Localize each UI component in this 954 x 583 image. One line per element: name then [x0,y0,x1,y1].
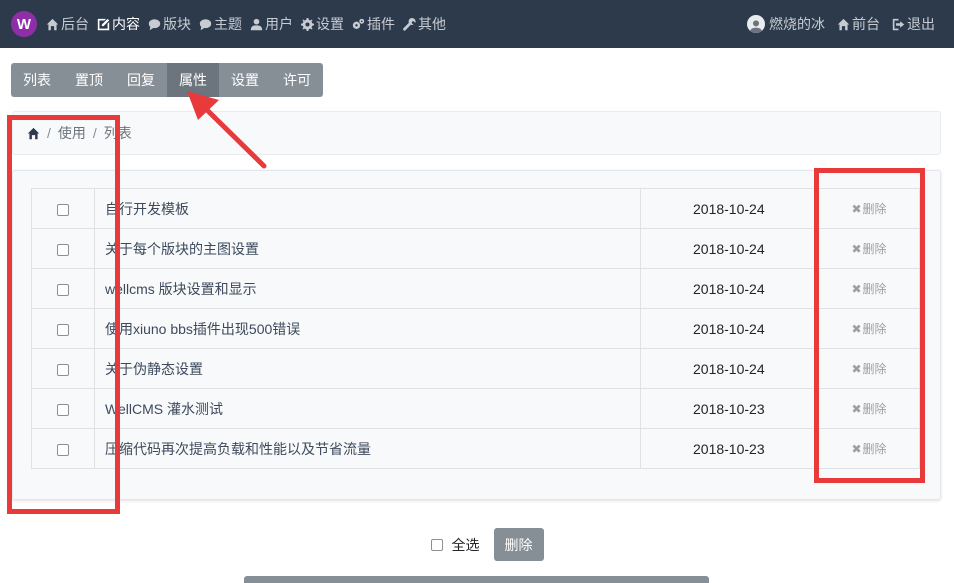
tab-replies[interactable]: 回复 [115,63,167,97]
thread-subject[interactable]: 使用xiuno bbs插件出现500错误 [94,308,641,349]
user-name: 燃烧的冰 [769,16,825,32]
comment-icon [148,18,161,30]
front-site-link[interactable]: 前台 [837,14,880,34]
edit-icon [97,18,110,30]
sign-out-icon [892,18,905,30]
user-icon [250,18,263,30]
main-nav: 后台 内容 版块 主题 用户 设置 插件 其他 [46,0,454,48]
pagination-bar [244,576,709,583]
tab-settings[interactable]: 设置 [219,63,271,97]
nav-item-other[interactable]: 其他 [403,14,446,34]
table-row: 关于伪静态设置 2018-10-24 ✖ 删除 [31,348,920,389]
annotation-box-checkboxes [7,115,120,514]
table-row: 使用xiuno bbs插件出现500错误 2018-10-24 ✖ 删除 [31,308,920,349]
nav-item-content[interactable]: 内容 [97,14,140,34]
annotation-box-delete-column [814,168,925,483]
thread-subject[interactable]: wellcms 版块设置和显示 [94,268,641,309]
select-all-label: 全选 [451,536,480,553]
thread-date: 2018-10-23 [640,428,819,469]
nav-item-label: 版块 [163,16,191,32]
bulk-actions: 全选 删除 [0,528,954,561]
nav-item-label: 后台 [61,16,89,32]
thread-date: 2018-10-24 [640,188,819,229]
nav-item-label: 设置 [316,16,344,32]
table-row: 关于每个版块的主图设置 2018-10-24 ✖ 删除 [31,228,920,269]
tab-list[interactable]: 列表 [11,63,63,97]
select-all-checkbox[interactable] [430,538,443,551]
comment-icon [199,18,212,30]
nav-item-label: 用户 [265,16,293,32]
home-icon [46,18,59,30]
top-navbar: W 后台 内容 版块 主题 用户 设置 插件 其他 燃烧的冰 前台 退出 [0,0,954,48]
nav-item-label: 其他 [418,16,446,32]
avatar [747,15,765,33]
bulk-delete-button[interactable]: 删除 [493,528,544,561]
nav-item-users[interactable]: 用户 [250,14,293,34]
user-silhouette-icon [749,20,763,33]
thread-subject[interactable]: 压缩代码再次提高负载和性能以及节省流量 [94,428,641,469]
user-menu[interactable]: 燃烧的冰 [747,14,825,34]
nav-item-label: 插件 [367,16,395,32]
thread-table: 自行开发模板 2018-10-24 ✖ 删除 关于每个版块的主图设置 2018-1… [31,188,920,469]
table-row: WellCMS 灌水测试 2018-10-23 ✖ 删除 [31,388,920,429]
table-row: 自行开发模板 2018-10-24 ✖ 删除 [31,188,920,229]
nav-item-plugins[interactable]: 插件 [352,14,395,34]
thread-subject[interactable]: WellCMS 灌水测试 [94,388,641,429]
nav-item-threads[interactable]: 主题 [199,14,242,34]
content-subtabs: 列表 置顶 回复 属性 设置 许可 [11,63,323,97]
nav-item-label: 主题 [214,16,242,32]
thread-subject[interactable]: 关于每个版块的主图设置 [94,228,641,269]
gears-icon [352,18,365,29]
thread-list-card: 自行开发模板 2018-10-24 ✖ 删除 关于每个版块的主图设置 2018-1… [12,170,941,500]
logout-link[interactable]: 退出 [892,14,935,34]
nav-item-dashboard[interactable]: 后台 [46,14,89,34]
home-icon [837,18,850,30]
logo[interactable]: W [11,11,37,37]
tab-attributes[interactable]: 属性 [167,63,219,97]
nav-item-label: 内容 [112,16,140,32]
thread-date: 2018-10-24 [640,348,819,389]
select-all[interactable]: 全选 [430,535,480,555]
front-site-label: 前台 [852,16,880,32]
nav-item-forums[interactable]: 版块 [148,14,191,34]
thread-date: 2018-10-24 [640,228,819,269]
table-row: wellcms 版块设置和显示 2018-10-24 ✖ 删除 [31,268,920,309]
wrench-icon [403,17,416,31]
thread-date: 2018-10-23 [640,388,819,429]
table-row: 压缩代码再次提高负载和性能以及节省流量 2018-10-23 ✖ 删除 [31,428,920,469]
thread-date: 2018-10-24 [640,308,819,349]
nav-item-settings[interactable]: 设置 [301,14,344,34]
gear-icon [301,17,314,31]
tab-license[interactable]: 许可 [271,63,323,97]
thread-subject[interactable]: 自行开发模板 [94,188,641,229]
tab-sticky[interactable]: 置顶 [63,63,115,97]
logout-label: 退出 [907,16,935,32]
user-nav: 燃烧的冰 前台 退出 [735,14,935,34]
thread-subject[interactable]: 关于伪静态设置 [94,348,641,389]
breadcrumb: / 使用 / 列表 [12,111,941,155]
thread-date: 2018-10-24 [640,268,819,309]
